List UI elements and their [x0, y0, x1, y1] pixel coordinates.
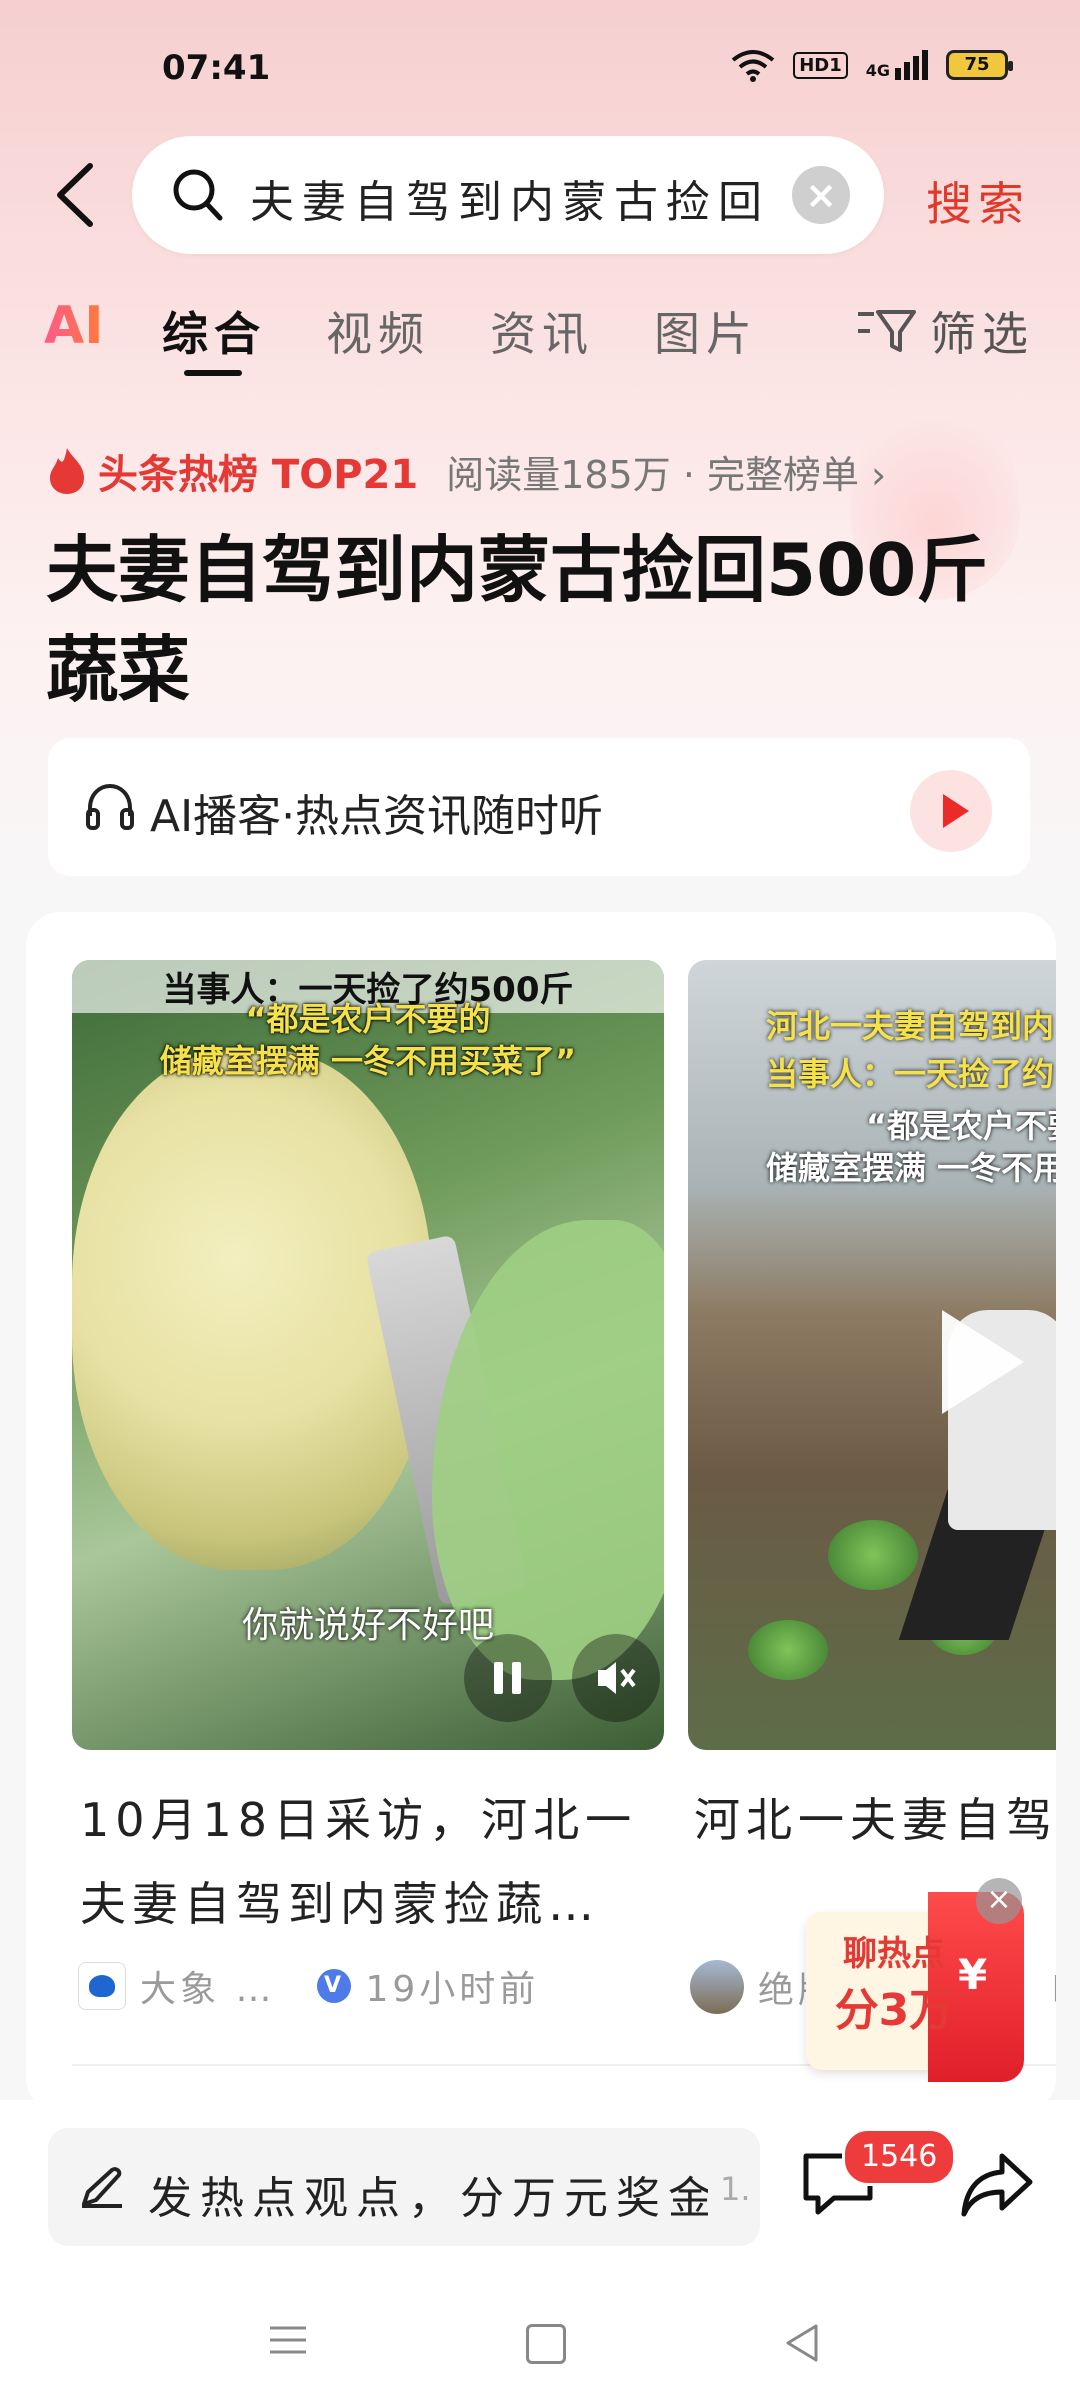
battery-icon: 75	[946, 50, 1013, 80]
fire-icon	[50, 448, 84, 494]
network-type: 4G	[865, 61, 890, 80]
ai-podcast-label: AI播客·热点资讯随时听	[150, 791, 604, 842]
podcast-play-button[interactable]	[910, 770, 992, 852]
source-logo-icon	[78, 1962, 126, 2010]
home-icon[interactable]	[526, 2324, 566, 2364]
video2-caption-line3: “都是农户不要	[866, 1107, 1056, 1145]
video-caption-quote: “都是农户不要的 储藏室摆满 一冬不用买菜了”	[159, 1000, 577, 1080]
signal-icon: 4G	[866, 50, 928, 80]
hot-list-title: 头条热榜 TOP21	[98, 452, 419, 498]
tab-images[interactable]: 图片	[654, 298, 758, 364]
comment-placeholder: 发热点观点，分万元奖金	[148, 2173, 708, 2224]
share-icon[interactable]	[958, 2150, 1036, 2220]
comment-count-hint: 1.	[720, 2170, 751, 2208]
play-icon[interactable]	[942, 1310, 1024, 1414]
video2-caption-line2: 当事人：一天捡了约	[766, 1055, 1055, 1093]
post-time: 时	[1052, 1961, 1056, 2013]
filter-icon	[858, 310, 916, 352]
search-icon	[173, 169, 223, 221]
hot-list-meta: 阅读量185万 · 完整榜单 ›	[446, 452, 887, 497]
active-tab-indicator	[184, 370, 242, 376]
video-meta-1: 大象 … V 19小时前	[78, 1960, 539, 2012]
status-icons: HD1 4G 75	[731, 48, 1013, 82]
tab-comprehensive[interactable]: 综合	[162, 298, 266, 364]
pause-button[interactable]	[464, 1634, 552, 1722]
cabbage-image	[828, 1520, 918, 1590]
filter-label: 筛选	[930, 307, 1034, 361]
ai-tab[interactable]: AI	[44, 296, 104, 356]
hd-icon: HD1	[793, 51, 848, 79]
close-icon[interactable]: ×	[976, 1878, 1022, 1924]
video-thumbnail-2[interactable]: 河北一夫妻自驾到内 当事人：一天捡了约 “都是农户不要 储藏室摆满 一冬不用	[688, 960, 1056, 1750]
bottom-bar: 发热点观点，分万元奖金 1. 1546	[0, 2100, 1080, 2400]
ai-podcast-bar[interactable]: AI播客·热点资讯随时听	[48, 738, 1030, 876]
system-navigation-bar	[0, 2300, 1080, 2400]
source-name[interactable]: 大象 …	[140, 1960, 275, 2012]
status-time: 07:41	[162, 48, 271, 88]
video-title-2[interactable]: 河北一夫妻自驾到内蒙捡蔬菜，当事人…	[694, 1778, 1056, 1862]
video-title-1[interactable]: 10月18日采访，河北一夫妻自驾到内蒙捡蔬…	[80, 1778, 640, 1946]
clear-icon[interactable]: ×	[792, 166, 850, 224]
battery-level: 75	[964, 54, 990, 75]
category-tabs: AI 综合 视频 资讯 图片 筛选	[44, 296, 1044, 376]
menu-icon[interactable]	[268, 2320, 308, 2360]
video-thumbnail-1[interactable]: 当事人：一天捡了约500斤 “都是农户不要的 储藏室摆满 一冬不用买菜了” 你就…	[72, 960, 664, 1750]
search-box[interactable]: 夫妻自驾到内蒙古捡回 ×	[132, 136, 884, 254]
comment-input[interactable]: 发热点观点，分万元奖金 1.	[48, 2128, 760, 2246]
search-input[interactable]: 夫妻自驾到内蒙古捡回	[250, 166, 790, 230]
comment-count-badge: 1546	[842, 2128, 957, 2186]
status-bar: 07:41 HD1 4G 75	[0, 0, 1080, 140]
post-time: 19小时前	[365, 1969, 540, 2010]
hot-list-link[interactable]: 头条热榜 TOP21 阅读量185万 · 完整榜单 ›	[46, 442, 886, 500]
verified-badge-icon: V	[317, 1969, 352, 2003]
tab-news[interactable]: 资讯	[490, 298, 594, 364]
tab-video[interactable]: 视频	[326, 298, 430, 364]
page-title: 夫妻自驾到内蒙古捡回500斤蔬菜	[46, 528, 989, 712]
back-arrow-icon[interactable]	[48, 160, 108, 230]
headphones-icon	[86, 783, 134, 830]
wifi-icon	[731, 50, 775, 82]
filter-button[interactable]: 筛选	[856, 298, 1034, 364]
video2-caption-line4: 储藏室摆满 一冬不用	[766, 1149, 1056, 1187]
avatar	[690, 1960, 744, 2014]
hot-chat-line1: 聊热点	[843, 1934, 945, 1974]
back-triangle-icon[interactable]	[782, 2322, 822, 2364]
search-button[interactable]: 搜索	[926, 168, 1030, 234]
pen-icon	[82, 2167, 122, 2208]
hot-chat-line2: 分3万	[834, 1985, 954, 2036]
hot-chat-widget[interactable]: 聊热点 分3万 ¥ ×	[806, 1878, 1024, 2082]
mute-icon	[598, 1662, 636, 1694]
video2-caption-line1: 河北一夫妻自驾到内	[766, 1007, 1055, 1045]
cabbage-image	[748, 1620, 828, 1680]
mute-button[interactable]	[572, 1634, 660, 1722]
